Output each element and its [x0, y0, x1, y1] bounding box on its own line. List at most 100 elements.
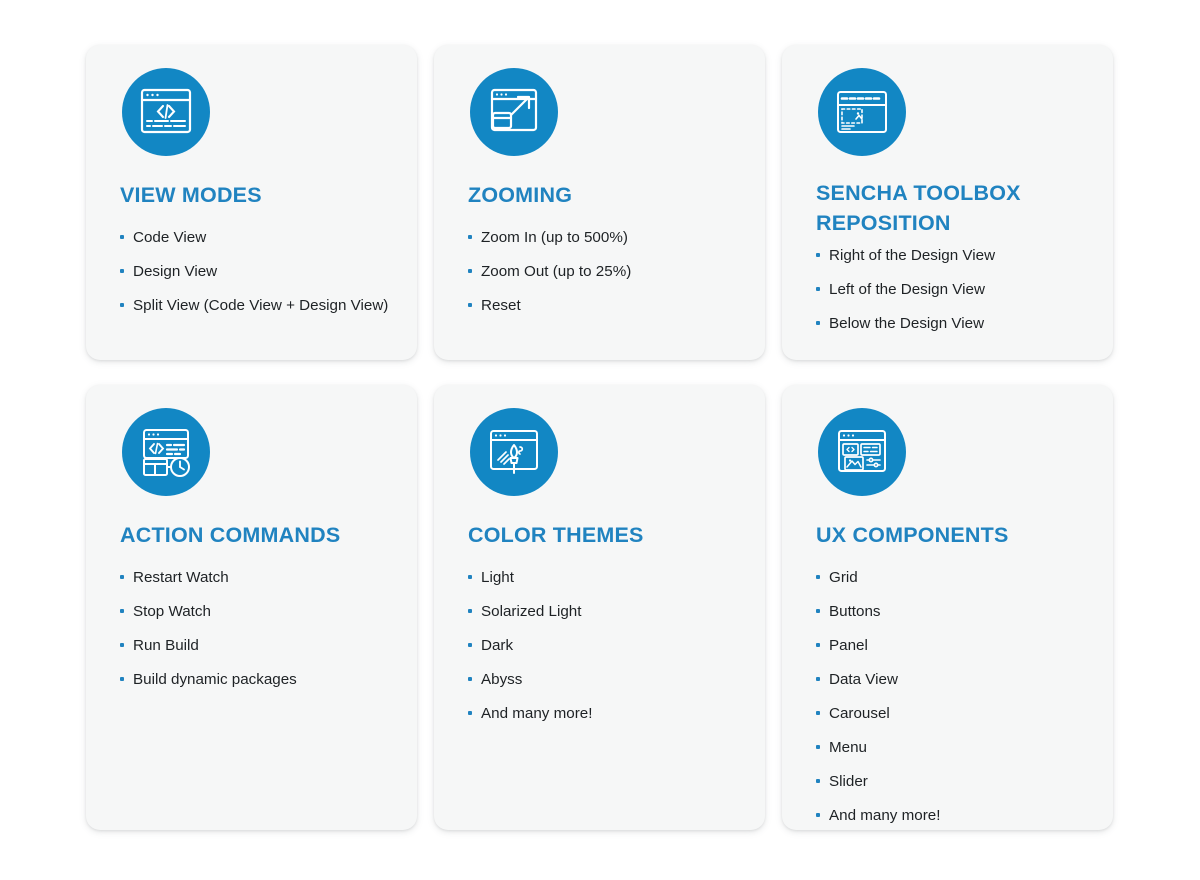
list-item-label: Slider: [829, 773, 868, 790]
list-item: Split View (Code View + Design View): [120, 296, 393, 315]
feature-list: Restart Watch Stop Watch Run Build Build…: [120, 568, 393, 689]
card-title: ZOOMING: [468, 183, 573, 207]
list-item: Zoom In (up to 500%): [468, 228, 741, 247]
feature-list: Zoom In (up to 500%) Zoom Out (up to 25%…: [468, 228, 741, 315]
list-item: Menu: [816, 738, 1089, 757]
list-item-label: And many more!: [829, 807, 941, 824]
list-item: Data View: [816, 670, 1089, 689]
bullet-icon: [468, 643, 472, 647]
list-item-label: Design View: [133, 263, 218, 280]
code-window-icon: [122, 68, 210, 156]
list-item: Design View: [120, 262, 393, 281]
bullet-icon: [816, 711, 820, 715]
feature-list: Light Solarized Light Dark Abyss And man…: [468, 568, 741, 723]
bullet-icon: [120, 677, 124, 681]
paintbrush-window-icon: [470, 408, 558, 496]
list-item: Light: [468, 568, 741, 587]
components-window-icon: [818, 408, 906, 496]
list-item: Reset: [468, 296, 741, 315]
list-item-label: Grid: [829, 569, 858, 586]
feature-list: Right of the Design View Left of the Des…: [816, 246, 1089, 333]
bullet-icon: [468, 235, 472, 239]
feature-card-board: VIEW MODES Code View Design View Split V…: [0, 0, 1200, 880]
bullet-icon: [816, 287, 820, 291]
feature-card-color-themes[interactable]: COLOR THEMES Light Solarized Light Dark …: [434, 385, 765, 830]
list-item: And many more!: [468, 704, 741, 723]
list-item-label: Run Build: [133, 637, 199, 654]
bullet-icon: [816, 779, 820, 783]
list-item-label: Solarized Light: [481, 603, 582, 620]
list-item: Code View: [120, 228, 393, 247]
list-item-label: Left of the Design View: [829, 281, 985, 298]
card-title: SENCHA TOOLBOX REPOSITION: [816, 181, 1021, 235]
bullet-icon: [468, 303, 472, 307]
feature-card-sencha-toolbox-reposition[interactable]: SENCHA TOOLBOX REPOSITION Right of the D…: [782, 45, 1113, 360]
bullet-icon: [120, 303, 124, 307]
code-clock-window-icon: [122, 408, 210, 496]
toolbox-window-icon: [818, 68, 906, 156]
list-item-label: Carousel: [829, 705, 890, 722]
list-item-label: Right of the Design View: [829, 247, 996, 264]
bullet-icon: [816, 813, 820, 817]
list-item-label: Reset: [481, 297, 521, 314]
card-title: VIEW MODES: [120, 183, 262, 207]
card-title: UX COMPONENTS: [816, 523, 1009, 547]
bullet-icon: [120, 235, 124, 239]
list-item-label: Zoom Out (up to 25%): [481, 263, 632, 280]
bullet-icon: [468, 677, 472, 681]
list-item-label: Code View: [133, 229, 207, 246]
list-item: Restart Watch: [120, 568, 393, 587]
bullet-icon: [120, 269, 124, 273]
list-item: Buttons: [816, 602, 1089, 621]
feature-card-view-modes[interactable]: VIEW MODES Code View Design View Split V…: [86, 45, 417, 360]
list-item: Left of the Design View: [816, 280, 1089, 299]
list-item-label: Abyss: [481, 671, 523, 688]
list-item-label: Menu: [829, 739, 867, 756]
list-item: Grid: [816, 568, 1089, 587]
list-item-label: Light: [481, 569, 514, 586]
list-item: Abyss: [468, 670, 741, 689]
list-item-label: Build dynamic packages: [133, 671, 297, 688]
zoom-expand-window-icon: [470, 68, 558, 156]
list-item: Slider: [816, 772, 1089, 791]
bullet-icon: [120, 609, 124, 613]
bullet-icon: [468, 575, 472, 579]
bullet-icon: [816, 575, 820, 579]
list-item-label: Restart Watch: [133, 569, 229, 586]
feature-card-zooming[interactable]: ZOOMING Zoom In (up to 500%) Zoom Out (u…: [434, 45, 765, 360]
list-item-label: Stop Watch: [133, 603, 211, 620]
bullet-icon: [816, 677, 820, 681]
list-item-label: Dark: [481, 637, 514, 654]
feature-card-ux-components[interactable]: UX COMPONENTS Grid Buttons Panel Data Vi…: [782, 385, 1113, 830]
list-item-label: Buttons: [829, 603, 881, 620]
bullet-icon: [468, 711, 472, 715]
bullet-icon: [468, 269, 472, 273]
list-item: Below the Design View: [816, 314, 1089, 333]
feature-list: Code View Design View Split View (Code V…: [120, 228, 393, 315]
card-title: COLOR THEMES: [468, 523, 644, 547]
list-item: Stop Watch: [120, 602, 393, 621]
bullet-icon: [816, 745, 820, 749]
list-item-label: Below the Design View: [829, 315, 985, 332]
bullet-icon: [816, 253, 820, 257]
list-item-label: Panel: [829, 637, 868, 654]
bullet-icon: [468, 609, 472, 613]
list-item: Build dynamic packages: [120, 670, 393, 689]
feature-list: Grid Buttons Panel Data View Carousel Me…: [816, 568, 1089, 825]
bullet-icon: [816, 609, 820, 613]
card-title: ACTION COMMANDS: [120, 523, 341, 547]
list-item-label: And many more!: [481, 705, 593, 722]
list-item-label: Data View: [829, 671, 898, 688]
list-item: Zoom Out (up to 25%): [468, 262, 741, 281]
bullet-icon: [120, 643, 124, 647]
list-item-label: Split View (Code View + Design View): [133, 297, 389, 314]
list-item: Run Build: [120, 636, 393, 655]
list-item-label: Zoom In (up to 500%): [481, 229, 628, 246]
bullet-icon: [120, 575, 124, 579]
bullet-icon: [816, 643, 820, 647]
list-item: And many more!: [816, 806, 1089, 825]
bullet-icon: [816, 321, 820, 325]
list-item: Solarized Light: [468, 602, 741, 621]
feature-card-action-commands[interactable]: ACTION COMMANDS Restart Watch Stop Watch…: [86, 385, 417, 830]
list-item: Panel: [816, 636, 1089, 655]
